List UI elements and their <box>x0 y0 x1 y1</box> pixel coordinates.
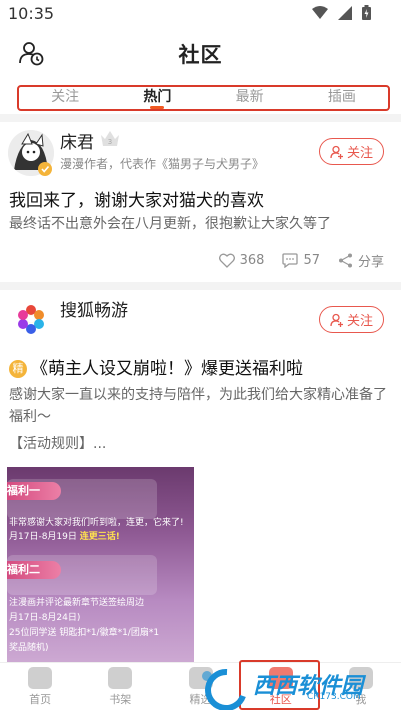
promo-line: 非常感谢大家对我们听到啦，连更，它来了! <box>9 518 184 528</box>
signal-icon <box>338 5 352 20</box>
author-name[interactable]: 床君 <box>60 128 94 153</box>
promo-ribbon: 福利一 <box>7 482 61 500</box>
status-bar: 10:35 <box>0 0 401 28</box>
tab-latest[interactable]: 最新 <box>204 87 296 109</box>
divider <box>0 114 401 122</box>
like-count: 368 <box>239 253 265 268</box>
post-title[interactable]: 精《萌主人设又崩啦！》爆更送福利啦 <box>9 354 303 379</box>
battery-icon <box>362 5 371 20</box>
promo-line: 奖品随机) <box>9 643 49 653</box>
featured-badge: 精 <box>9 360 27 378</box>
post-card[interactable]: 床君 3 漫漫作者，代表作《猫男子与犬男子》 关注 我回来了，谢谢大家对猫犬的喜… <box>0 122 401 282</box>
share-icon <box>338 253 352 268</box>
status-time: 10:35 <box>8 4 55 23</box>
watermark-sub: CR173.COM <box>307 692 361 702</box>
verified-icon <box>38 162 52 176</box>
follow-button[interactable]: 关注 <box>319 138 384 165</box>
like-button[interactable]: 368 <box>218 253 265 268</box>
add-user-icon <box>330 145 343 159</box>
promo-line: 注漫画并评论最新章节送签绘周边 <box>9 598 145 608</box>
heart-icon <box>218 253 235 268</box>
share-button[interactable]: 分享 <box>338 251 384 270</box>
divider <box>0 282 401 290</box>
nav-home[interactable]: 首页 <box>0 663 80 713</box>
tab-hot[interactable]: 热门 <box>111 87 203 109</box>
bookshelf-icon <box>108 667 133 689</box>
follow-label: 关注 <box>346 146 373 161</box>
app-header: 社区 <box>0 28 401 78</box>
nav-label: 首页 <box>29 693 52 706</box>
follow-label: 关注 <box>346 314 373 329</box>
comment-icon <box>282 253 299 268</box>
post-image[interactable]: 福利一 非常感谢大家对我们听到啦，连更，它来了! 月17日-8月19日 连更三话… <box>7 467 194 689</box>
watermark-logo-icon <box>202 668 246 710</box>
post-text: 感谢大家一直以来的支持与陪伴，为此我们给大家精心准备了福利～ <box>9 387 387 425</box>
comment-count: 57 <box>303 253 320 268</box>
avatar[interactable] <box>8 298 54 344</box>
home-star-icon <box>28 667 53 689</box>
wifi-icon <box>312 5 328 19</box>
post-text-rules: 【活动规则】... <box>9 436 107 452</box>
comment-button[interactable]: 57 <box>282 253 320 268</box>
promo-ribbon: 福利二 <box>7 561 61 579</box>
promo-line: 月17日-8月24日) <box>9 613 81 623</box>
level-badge-icon: 3 <box>101 131 119 146</box>
promo-line: 25位同学送 钥匙扣*1/徽章*1/团扇*1 <box>9 628 160 638</box>
tab-bar: 关注 热门 最新 插画 <box>17 85 390 111</box>
nav-label: 书架 <box>109 693 132 706</box>
add-user-icon <box>330 313 343 327</box>
post-title-text: 《萌主人设又崩啦！》爆更送福利啦 <box>31 359 303 379</box>
follow-button[interactable]: 关注 <box>319 306 384 333</box>
share-label: 分享 <box>357 255 384 270</box>
author-name[interactable]: 搜狐畅游 <box>60 296 128 321</box>
sohu-changyou-logo-icon <box>18 305 44 334</box>
watermark: 西西软件园 CR173.COM <box>197 666 387 710</box>
status-icons <box>312 5 371 20</box>
page-title: 社区 <box>178 43 223 67</box>
author-subtitle: 漫漫作者，代表作《猫男子与犬男子》 <box>60 157 265 171</box>
post-title[interactable]: 我回来了，谢谢大家对猫犬的喜欢 <box>9 186 264 211</box>
tab-following[interactable]: 关注 <box>19 87 111 109</box>
tab-illustration[interactable]: 插画 <box>296 87 388 109</box>
promo-line: 月17日-8月19日 连更三话! <box>9 532 120 542</box>
post-stats: 368 57 分享 <box>218 251 384 270</box>
svg-text:3: 3 <box>108 138 112 146</box>
post-text: 最终话不出意外会在八月更新，很抱歉让大家久等了 <box>9 216 331 232</box>
nav-bookshelf[interactable]: 书架 <box>80 663 160 713</box>
